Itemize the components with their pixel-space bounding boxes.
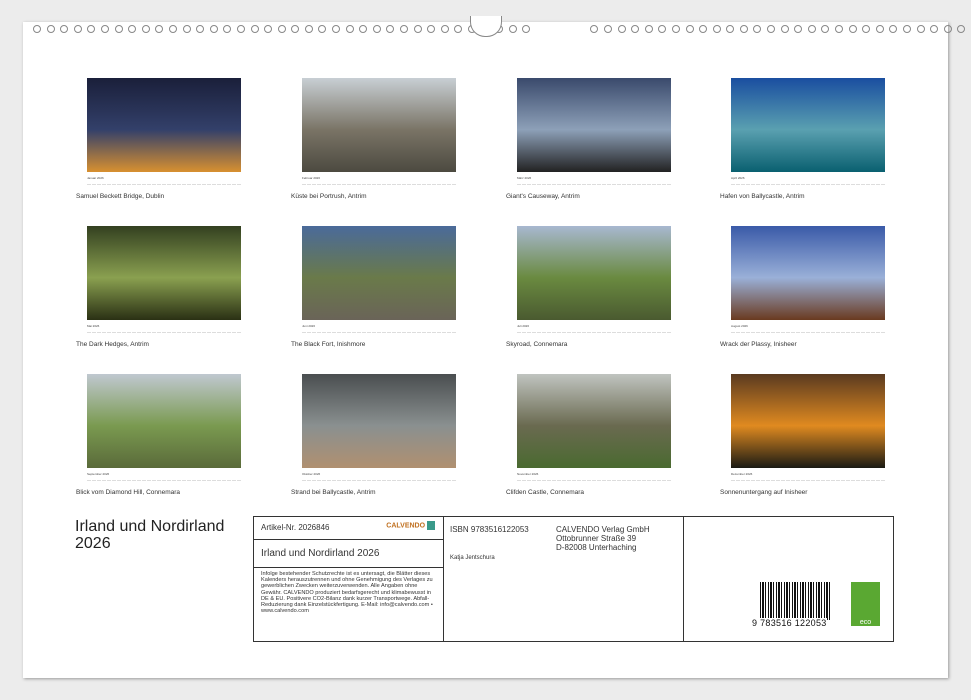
- publisher-address: CALVENDO Verlag GmbHOttobrunner Straße 3…: [556, 525, 650, 552]
- month-label: Januar 2026: [87, 176, 241, 180]
- mini-calendar: [731, 477, 885, 481]
- month-photo: [517, 226, 671, 320]
- month-photo: [87, 78, 241, 172]
- month-4: April 2026: [731, 78, 885, 185]
- mini-calendar: [731, 329, 885, 333]
- month-photo: [87, 226, 241, 320]
- month-6: Juni 2026: [302, 226, 456, 333]
- mini-calendar: [87, 329, 241, 333]
- month-label: August 2026: [731, 324, 885, 328]
- month-8: August 2026: [731, 226, 885, 333]
- month-label: Oktober 2026: [302, 472, 456, 476]
- month-12: Dezember 2026: [731, 374, 885, 481]
- isbn: ISBN 9783516122053: [450, 525, 529, 534]
- photo-caption: Sonnenuntergang auf Inisheer: [720, 489, 807, 496]
- month-7: Juli 2026: [517, 226, 671, 333]
- month-photo: [302, 226, 456, 320]
- month-label: Juni 2026: [302, 324, 456, 328]
- barcode: [760, 582, 832, 620]
- month-3: März 2026: [517, 78, 671, 185]
- photo-caption: Wrack der Plassy, Inisheer: [720, 341, 797, 348]
- month-9: September 2026: [87, 374, 241, 481]
- photo-caption: Hafen von Ballycastle, Antrim: [720, 193, 805, 200]
- mini-calendar: [302, 477, 456, 481]
- article-number: Artikel-Nr. 2026846: [261, 523, 329, 532]
- month-photo: [302, 78, 456, 172]
- barcode-digits: 9 783516 122053: [752, 618, 827, 628]
- mini-calendar: [87, 181, 241, 185]
- month-label: April 2026: [731, 176, 885, 180]
- month-photo: [731, 374, 885, 468]
- photo-caption: Skyroad, Connemara: [506, 341, 567, 348]
- calendar-title: Irland und Nordirland 2026: [75, 518, 245, 552]
- month-10: Oktober 2026: [302, 374, 456, 481]
- calvendo-logo: CALVENDO: [386, 521, 435, 530]
- eco-logo: eco: [851, 582, 880, 626]
- legal-text: Infolge bestehender Schutzrechte ist es …: [254, 568, 443, 617]
- photo-caption: The Black Fort, Inishmore: [291, 341, 365, 348]
- mini-calendar: [731, 181, 885, 185]
- month-label: Mai 2026: [87, 324, 241, 328]
- mini-calendar: [87, 477, 241, 481]
- month-photo: [302, 374, 456, 468]
- mini-calendar: [302, 329, 456, 333]
- month-1: Januar 2026: [87, 78, 241, 185]
- month-label: September 2026: [87, 472, 241, 476]
- month-label: Dezember 2026: [731, 472, 885, 476]
- month-photo: [517, 374, 671, 468]
- month-photo: [731, 78, 885, 172]
- month-label: November 2026: [517, 472, 671, 476]
- month-label: Juli 2026: [517, 324, 671, 328]
- photo-caption: Giant's Causeway, Antrim: [506, 193, 580, 200]
- photo-caption: Blick vom Diamond Hill, Connemara: [76, 489, 180, 496]
- mini-calendar: [517, 329, 671, 333]
- month-5: Mai 2026: [87, 226, 241, 333]
- photo-caption: Samuel Beckett Bridge, Dublin: [76, 193, 164, 200]
- photo-caption: Clifden Castle, Connemara: [506, 489, 584, 496]
- month-photo: [517, 78, 671, 172]
- month-2: Februar 2026: [302, 78, 456, 185]
- month-photo: [87, 374, 241, 468]
- month-label: März 2026: [517, 176, 671, 180]
- mini-calendar: [517, 477, 671, 481]
- photo-caption: Küste bei Portrush, Antrim: [291, 193, 367, 200]
- mini-calendar: [302, 181, 456, 185]
- month-label: Februar 2026: [302, 176, 456, 180]
- month-photo: [731, 226, 885, 320]
- product-title: Irland und Nordirland 2026: [254, 540, 443, 568]
- author: Katja Jentschura: [450, 555, 495, 561]
- photo-caption: Strand bei Ballycastle, Antrim: [291, 489, 376, 496]
- photo-caption: The Dark Hedges, Antrim: [76, 341, 149, 348]
- month-11: November 2026: [517, 374, 671, 481]
- mini-calendar: [517, 181, 671, 185]
